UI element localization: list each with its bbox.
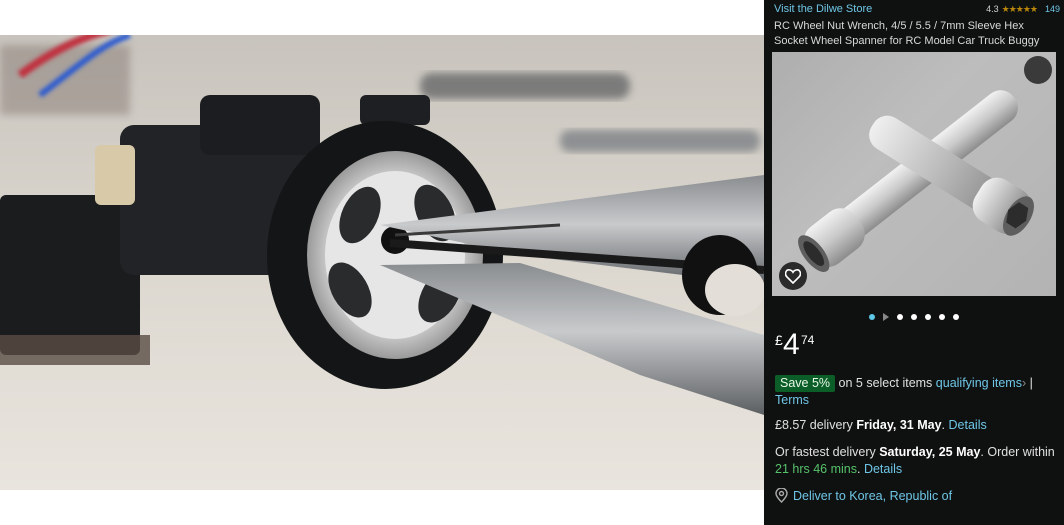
review-count[interactable]: 149 (1045, 4, 1060, 14)
zoom-dot-icon (1024, 56, 1052, 84)
order-countdown: 21 hrs 46 mins (775, 462, 857, 476)
product-title: RC Wheel Nut Wrench, 4/5 / 5.5 / 7mm Sle… (774, 20, 1040, 47)
wishlist-button[interactable] (779, 262, 807, 290)
heart-icon (785, 268, 801, 284)
promo-text: on 5 select items (838, 376, 933, 390)
fastest-prefix: Or fastest delivery (775, 445, 876, 459)
carousel-dot[interactable] (897, 314, 903, 320)
promo-row: Save 5% on 5 select items qualifying ite… (775, 375, 1055, 409)
location-pin-icon (775, 488, 788, 503)
fastest-period: . (856, 462, 861, 476)
delivery-details-link[interactable]: Details (949, 418, 987, 432)
price-fraction: 74 (801, 333, 815, 347)
delivery-period: . (941, 418, 946, 432)
price-currency: £ (775, 332, 783, 348)
promo-separator: | (1029, 376, 1033, 390)
carousel-dot[interactable] (911, 314, 917, 320)
rating-value: 4.3 (986, 4, 999, 14)
fastest-details-link[interactable]: Details (864, 462, 902, 476)
carousel-dot[interactable] (953, 314, 959, 320)
terms-link[interactable]: Terms (775, 393, 809, 407)
carousel-dot[interactable] (939, 314, 945, 320)
delivery-date: Friday, 31 May (856, 418, 942, 432)
deliver-to-label: Deliver to Korea, Republic of (793, 488, 953, 503)
fastest-delivery-info: Or fastest delivery Saturday, 25 May. Or… (775, 444, 1060, 478)
store-link[interactable]: Visit the Dilwe Store (774, 3, 872, 15)
store-row: Visit the Dilwe Store 4.3 ★★★★★ 149 (774, 3, 1060, 19)
deliver-to-link[interactable]: Deliver to Korea, Republic of (775, 488, 952, 503)
delivery-info: £8.57 delivery Friday, 31 May. Details (775, 417, 1055, 433)
price-whole: 4 (783, 328, 800, 361)
chevron-right-icon: › (1021, 376, 1027, 390)
image-carousel-dots[interactable] (764, 311, 1064, 323)
delivery-cost: £8.57 delivery (775, 418, 853, 432)
product-panel: Visit the Dilwe Store 4.3 ★★★★★ 149 RC Whe… (764, 0, 1064, 525)
rc-car-photo-illustration (0, 35, 764, 490)
carousel-dot[interactable] (925, 314, 931, 320)
carousel-dot-active[interactable] (869, 314, 875, 320)
fastest-date: Saturday, 25 May (879, 445, 981, 459)
fastest-middle: . Order within (980, 445, 1055, 459)
save-badge: Save 5% (775, 375, 836, 392)
video-play-icon[interactable] (883, 313, 889, 321)
wrench-image (798, 90, 1034, 272)
product-image[interactable] (772, 52, 1056, 296)
rating-stars-icon: ★★★★★ (1001, 4, 1038, 14)
qualifying-items-link[interactable]: qualifying items (936, 376, 1022, 390)
rating-summary[interactable]: 4.3 ★★★★★ 149 (986, 4, 1060, 15)
rc-car-photo (0, 35, 764, 490)
